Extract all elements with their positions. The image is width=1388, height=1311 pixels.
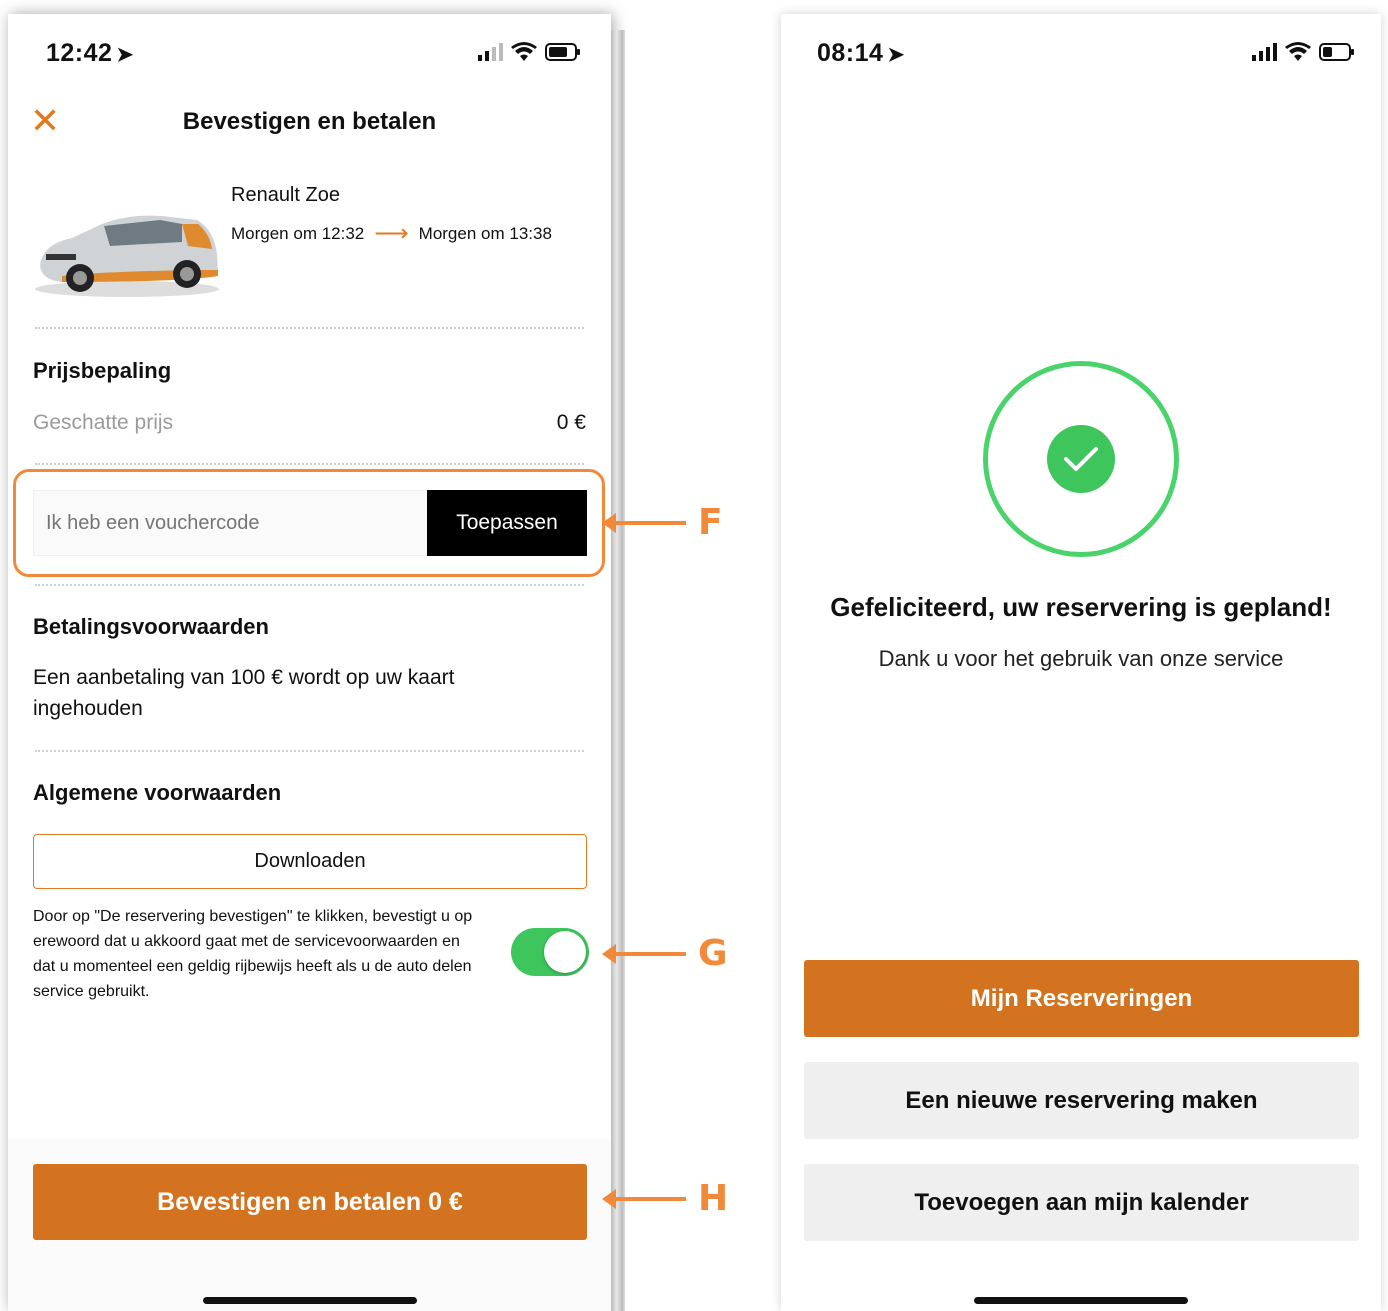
checkmark-icon bbox=[1047, 425, 1115, 493]
status-icons bbox=[477, 42, 581, 62]
pricing-heading: Prijsbepaling bbox=[33, 358, 172, 383]
divider bbox=[35, 463, 584, 465]
status-time-text: 08:14 bbox=[817, 39, 884, 67]
status-time: 12:42 ➤ bbox=[46, 39, 134, 68]
status-bar: 12:42 ➤ bbox=[8, 36, 611, 72]
reservation-times: Morgen om 12:32 ⟶ Morgen om 13:38 bbox=[231, 220, 552, 247]
signal-icon bbox=[1252, 43, 1277, 61]
legal-text: Door op "De reservering bevestigen" te k… bbox=[33, 908, 473, 1000]
callout-h: H bbox=[602, 1178, 729, 1219]
success-subtitle: Dank u voor het gebruik van onze service bbox=[878, 646, 1284, 671]
status-time: 08:14 ➤ bbox=[817, 39, 905, 68]
car-model: Renault Zoe bbox=[231, 184, 340, 206]
car-image bbox=[35, 215, 219, 297]
confirm-pay-button[interactable]: Bevestigen en betalen 0 € bbox=[33, 1164, 587, 1240]
estimate-value: 0 € bbox=[556, 411, 586, 434]
add-to-calendar-button[interactable]: Toevoegen aan mijn kalender bbox=[804, 1164, 1359, 1241]
payment-terms-heading: Betalingsvoorwaarden bbox=[33, 614, 269, 639]
confirm-payment-screen: 12:42 ➤ ✕ Bevestigen en betalen Renault Z… bbox=[8, 14, 611, 1311]
download-button[interactable]: Downloaden bbox=[33, 834, 587, 889]
callout-arrow bbox=[602, 943, 686, 964]
my-reservations-button[interactable]: Mijn Reserveringen bbox=[804, 960, 1359, 1037]
wifi-icon bbox=[511, 42, 537, 61]
payment-terms-text: Een aanbetaling van 100 € wordt op uw ka… bbox=[33, 666, 455, 720]
start-time: Morgen om 12:32 bbox=[231, 224, 365, 243]
new-reservation-button[interactable]: Een nieuwe reservering maken bbox=[804, 1062, 1359, 1139]
callout-arrow bbox=[602, 1188, 686, 1209]
callout-label: G bbox=[698, 933, 728, 974]
callout-label: F bbox=[698, 502, 723, 543]
callout-label: H bbox=[698, 1178, 729, 1219]
status-icons bbox=[1251, 42, 1355, 62]
callout-f: F bbox=[602, 502, 723, 543]
voucher-code-input[interactable] bbox=[33, 490, 428, 556]
callout-g: G bbox=[602, 933, 728, 974]
location-arrow-icon: ➤ bbox=[116, 44, 134, 66]
accept-terms-toggle[interactable] bbox=[511, 928, 589, 976]
device-edge bbox=[611, 30, 625, 1311]
toggle-knob bbox=[544, 931, 586, 973]
home-indicator bbox=[974, 1297, 1188, 1304]
status-time-text: 12:42 bbox=[46, 39, 113, 67]
divider bbox=[35, 327, 584, 329]
status-bar: 08:14 ➤ bbox=[781, 36, 1381, 72]
callout-arrow bbox=[602, 512, 686, 533]
divider bbox=[35, 584, 584, 586]
general-terms-heading: Algemene voorwaarden bbox=[33, 780, 282, 805]
apply-voucher-button[interactable]: Toepassen bbox=[427, 490, 587, 556]
divider bbox=[35, 750, 584, 752]
arrow-right-icon: ⟶ bbox=[374, 220, 409, 247]
success-title: Gefeliciteerd, uw reservering is gepland… bbox=[830, 592, 1332, 622]
signal-icon bbox=[478, 43, 503, 61]
battery-icon bbox=[545, 43, 580, 61]
screen-title: Bevestigen en betalen bbox=[182, 108, 437, 135]
end-time: Morgen om 13:38 bbox=[418, 224, 552, 243]
home-indicator bbox=[203, 1297, 417, 1304]
wifi-icon bbox=[1285, 42, 1311, 61]
reservation-success-screen: 08:14 ➤ Gefeliciteerd, uw reservering is … bbox=[781, 14, 1381, 1311]
battery-icon bbox=[1319, 43, 1354, 61]
location-arrow-icon: ➤ bbox=[887, 44, 905, 66]
estimate-label: Geschatte prijs bbox=[33, 411, 174, 434]
